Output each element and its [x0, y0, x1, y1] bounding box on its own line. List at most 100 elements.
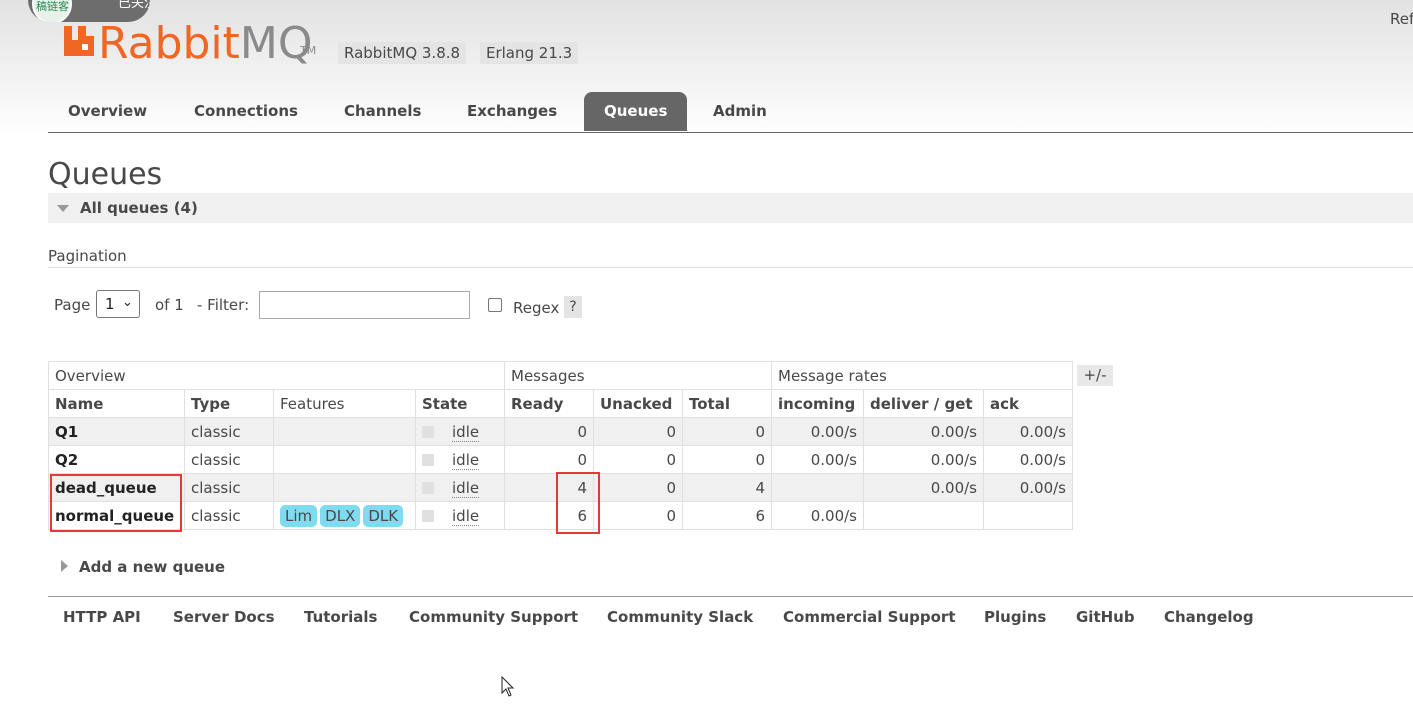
col-ready[interactable]: Ready: [504, 389, 594, 418]
unacked-count: 0: [593, 445, 683, 474]
ack-rate: 0.00/s: [983, 473, 1073, 502]
triangle-down-icon: [57, 205, 69, 212]
col-name[interactable]: Name: [48, 389, 185, 418]
page-label: Page: [54, 296, 91, 314]
rabbitmq-logo-icon: [64, 26, 94, 56]
feature-badge-dlx[interactable]: DLX: [320, 504, 361, 527]
logo-rabbit-text: Rabbit: [98, 18, 240, 69]
col-total[interactable]: Total: [682, 389, 772, 418]
total-count: 0: [682, 417, 772, 446]
col-unacked[interactable]: Unacked: [593, 389, 683, 418]
ack-rate: [983, 501, 1073, 530]
queue-features: [273, 473, 416, 502]
footer-link-commercial-support[interactable]: Commercial Support: [783, 608, 956, 626]
regex-help-button[interactable]: ?: [564, 296, 582, 318]
chevron-down-icon: ⌄: [122, 295, 133, 310]
page-select-value: 1: [105, 295, 115, 313]
ready-count: 0: [504, 417, 594, 446]
col-features: Features: [273, 389, 416, 418]
total-count: 4: [682, 473, 772, 502]
unacked-count: 0: [593, 473, 683, 502]
feature-badge-dlk[interactable]: DLK: [363, 504, 404, 527]
footer-link-changelog[interactable]: Changelog: [1164, 608, 1254, 626]
col-ack[interactable]: ack: [983, 389, 1073, 418]
queue-features: [273, 445, 416, 474]
incoming-rate: [771, 473, 864, 502]
total-count: 0: [682, 445, 772, 474]
queue-type: classic: [184, 445, 274, 474]
filter-input[interactable]: [259, 291, 470, 319]
col-type[interactable]: Type: [184, 389, 274, 418]
deliver-get-rate: 0.00/s: [863, 473, 984, 502]
queue-features: [273, 417, 416, 446]
incoming-rate: 0.00/s: [771, 445, 864, 474]
queue-state: idle: [415, 417, 505, 446]
overlay-follow-badge[interactable]: 稿链客 已关注: [28, 0, 150, 22]
filter-label: - Filter:: [197, 296, 250, 314]
state-text: idle: [452, 422, 480, 442]
queue-type: classic: [184, 501, 274, 530]
page-select[interactable]: 1 ⌄: [96, 290, 140, 318]
unacked-count: 0: [593, 417, 683, 446]
tab-channels[interactable]: Channels: [324, 92, 441, 131]
state-indicator-icon: [422, 454, 434, 466]
footer-divider: [48, 596, 1413, 597]
queue-type: classic: [184, 417, 274, 446]
table-group-header: Overview Messages Message rates: [48, 361, 1073, 390]
state-indicator-icon: [422, 426, 434, 438]
tab-exchanges[interactable]: Exchanges: [447, 92, 577, 131]
footer-link-community-support[interactable]: Community Support: [409, 608, 578, 626]
queue-name-link[interactable]: Q2: [48, 445, 185, 474]
col-state[interactable]: State: [415, 389, 505, 418]
table-column-header: Name Type Features State Ready Unacked T…: [48, 389, 1073, 418]
deliver-get-rate: 0.00/s: [863, 445, 984, 474]
tab-overview[interactable]: Overview: [48, 92, 167, 131]
queue-features: Lim DLX DLK: [273, 501, 416, 530]
unacked-count: 0: [593, 501, 683, 530]
group-messages: Messages: [504, 361, 772, 390]
feature-badge-lim[interactable]: Lim: [280, 504, 318, 527]
state-indicator-icon: [422, 510, 434, 522]
regex-checkbox[interactable]: [488, 298, 502, 312]
table-row[interactable]: Q1 classic idle 0 0 0 0.00/s 0.00/s 0.00…: [48, 417, 1073, 446]
footer-link-server-docs[interactable]: Server Docs: [173, 608, 275, 626]
all-queues-label: All queues (4): [80, 199, 198, 217]
add-queue-toggle[interactable]: Add a new queue: [48, 553, 448, 581]
deliver-get-rate: 0.00/s: [863, 417, 984, 446]
footer-link-plugins[interactable]: Plugins: [984, 608, 1046, 626]
total-count: 6: [682, 501, 772, 530]
queue-name-link[interactable]: Q1: [48, 417, 185, 446]
column-toggle-button[interactable]: +/-: [1077, 365, 1113, 386]
logo-trademark: TM: [300, 44, 317, 57]
col-incoming[interactable]: incoming: [771, 389, 864, 418]
overlay-follow-text: 已关注: [118, 0, 150, 11]
logo-wordmark: RabbitMQ: [98, 18, 313, 69]
state-text: idle: [452, 478, 480, 498]
page-title: Queues: [48, 157, 163, 192]
footer-link-community-slack[interactable]: Community Slack: [607, 608, 753, 626]
highlight-box-ready-counts: [556, 472, 600, 534]
group-message-rates: Message rates: [771, 361, 1073, 390]
footer-link-tutorials[interactable]: Tutorials: [304, 608, 377, 626]
table-row[interactable]: Q2 classic idle 0 0 0 0.00/s 0.00/s 0.00…: [48, 445, 1073, 474]
refresh-text[interactable]: Ref: [1390, 10, 1413, 28]
tab-admin[interactable]: Admin: [693, 92, 787, 131]
overlay-avatar-text: 稿链客: [36, 0, 69, 13]
queue-state: idle: [415, 501, 505, 530]
mouse-pointer-icon: [501, 676, 515, 697]
regex-label: Regex: [513, 299, 560, 317]
pagination-title: Pagination: [48, 247, 127, 265]
main-nav: Overview Connections Channels Exchanges …: [48, 92, 1413, 133]
footer-link-http-api[interactable]: HTTP API: [63, 608, 141, 626]
ack-rate: 0.00/s: [983, 417, 1073, 446]
incoming-rate: 0.00/s: [771, 501, 864, 530]
tab-connections[interactable]: Connections: [174, 92, 318, 131]
pagination-divider: [48, 267, 1413, 268]
col-deliver-get[interactable]: deliver / get: [863, 389, 984, 418]
all-queues-toggle[interactable]: All queues (4): [48, 193, 1413, 223]
incoming-rate: 0.00/s: [771, 417, 864, 446]
queue-state: idle: [415, 445, 505, 474]
tab-queues[interactable]: Queues: [584, 92, 688, 131]
ready-count: 0: [504, 445, 594, 474]
footer-link-github[interactable]: GitHub: [1076, 608, 1135, 626]
